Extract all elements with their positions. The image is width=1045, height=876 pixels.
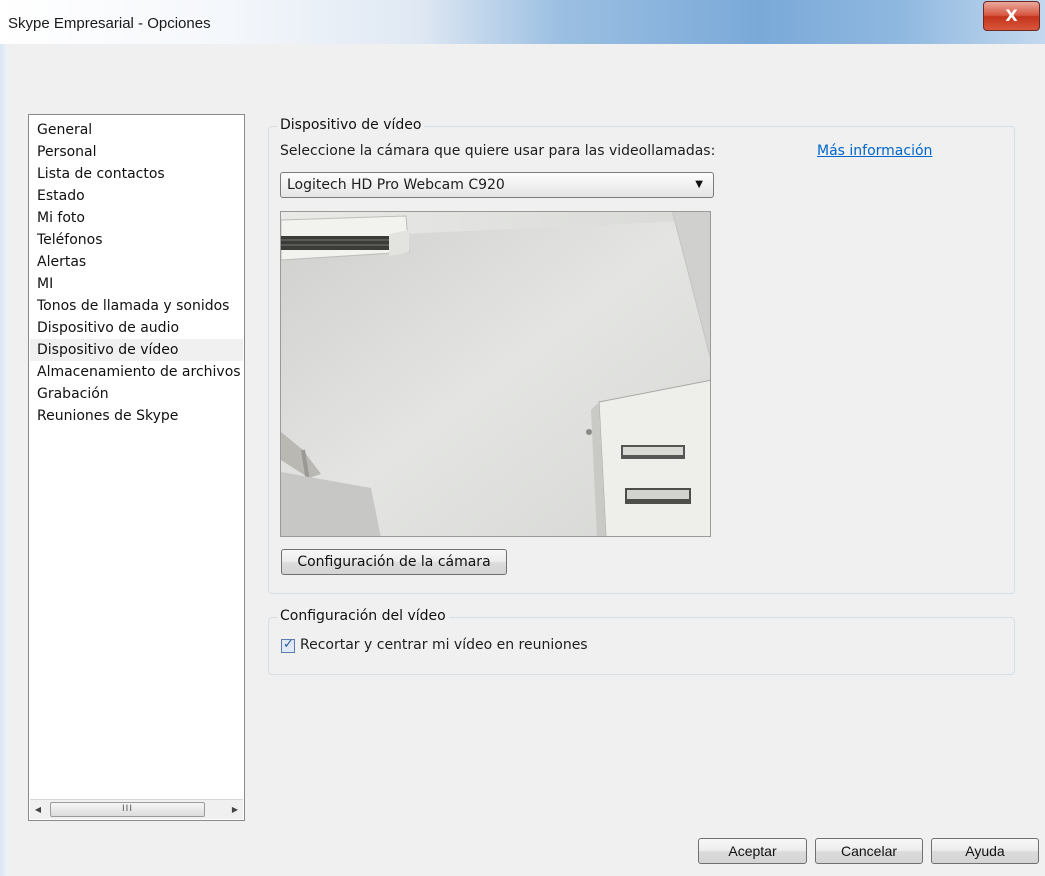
- crop-center-checkbox[interactable]: [281, 637, 295, 653]
- camera-dropdown[interactable]: Logitech HD Pro Webcam C920 ▼: [280, 172, 714, 198]
- camera-dropdown-value: Logitech HD Pro Webcam C920: [287, 177, 505, 193]
- camera-preview: [280, 211, 711, 537]
- sidebar-item-contact-list[interactable]: Lista de contactos: [30, 163, 243, 185]
- sidebar-item-video-device[interactable]: Dispositivo de vídeo: [30, 339, 243, 361]
- sidebar-item-status[interactable]: Estado: [30, 185, 243, 207]
- camera-select-label: Seleccione la cámara que quiere usar par…: [280, 143, 716, 159]
- sidebar-item-skype-meetings[interactable]: Reuniones de Skype: [30, 405, 243, 427]
- camera-preview-image: [281, 212, 710, 536]
- sidebar-item-personal[interactable]: Personal: [30, 141, 243, 163]
- video-settings-section-title: Configuración del vídeo: [277, 608, 449, 624]
- scroll-right-arrow-icon[interactable]: ▶: [227, 802, 243, 818]
- sidebar-item-my-picture[interactable]: Mi foto: [30, 207, 243, 229]
- scroll-left-arrow-icon[interactable]: ◀: [30, 802, 46, 818]
- chevron-down-icon: ▼: [695, 179, 703, 190]
- cancel-button[interactable]: Cancelar: [815, 838, 923, 864]
- sidebar-item-general[interactable]: General: [30, 119, 243, 141]
- ok-button[interactable]: Aceptar: [698, 838, 807, 864]
- horizontal-scrollbar[interactable]: ◀ III ▶: [30, 799, 243, 819]
- sidebar-item-ringtones[interactable]: Tonos de llamada y sonidos: [30, 295, 243, 317]
- video-device-section-title: Dispositivo de vídeo: [277, 117, 425, 133]
- window-title: Skype Empresarial - Opciones: [8, 15, 211, 32]
- sidebar-item-phones[interactable]: Teléfonos: [30, 229, 243, 251]
- crop-center-label[interactable]: Recortar y centrar mi vídeo en reuniones: [300, 637, 588, 653]
- sidebar-item-alerts[interactable]: Alertas: [30, 251, 243, 273]
- more-info-link[interactable]: Más información: [817, 143, 932, 159]
- sidebar-item-recording[interactable]: Grabación: [30, 383, 243, 405]
- scrollbar-thumb[interactable]: III: [50, 802, 205, 817]
- options-category-list[interactable]: General Personal Lista de contactos Esta…: [28, 114, 245, 821]
- help-button[interactable]: Ayuda: [931, 838, 1039, 864]
- title-bar: Skype Empresarial - Opciones X: [0, 0, 1045, 44]
- close-button[interactable]: X: [983, 1, 1040, 31]
- window-frame: [0, 44, 8, 876]
- camera-settings-button[interactable]: Configuración de la cámara: [281, 549, 507, 575]
- sidebar-item-im[interactable]: MI: [30, 273, 243, 295]
- sidebar-item-file-storage[interactable]: Almacenamiento de archivos: [30, 361, 243, 383]
- sidebar-item-audio-device[interactable]: Dispositivo de audio: [30, 317, 243, 339]
